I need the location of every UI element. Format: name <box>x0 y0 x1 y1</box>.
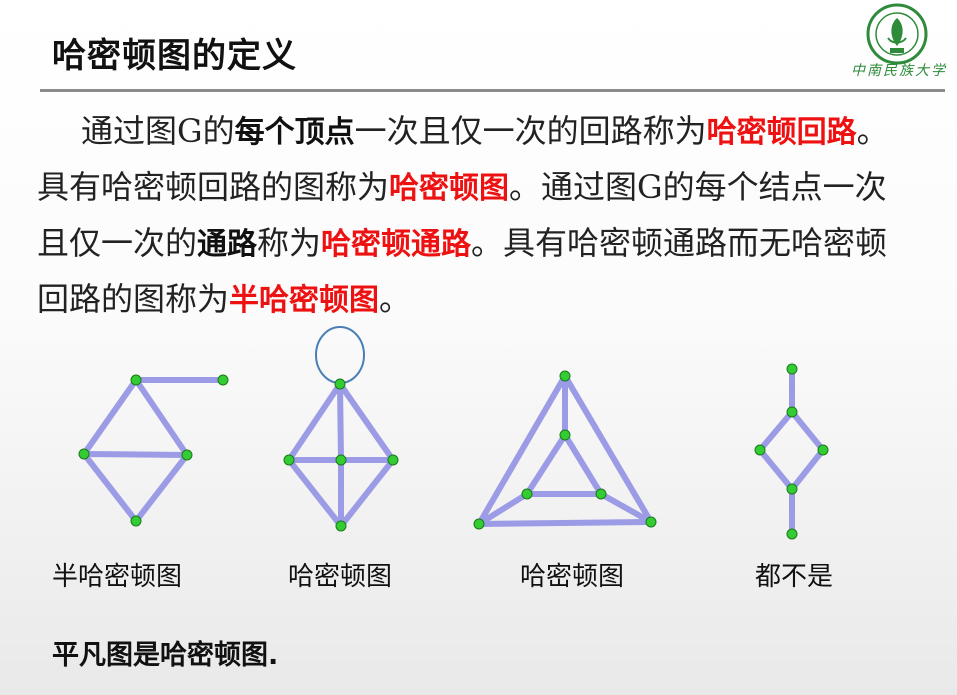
paragraph-run-normal: 。 <box>379 280 412 318</box>
paragraph-run-normal: 一次且仅一次的回路称为 <box>354 112 707 150</box>
graph-vertex <box>217 374 229 386</box>
paragraph-run-red: 半哈密顿图 <box>229 283 380 318</box>
graph-vertex <box>283 454 295 466</box>
graph-vertex <box>645 516 657 528</box>
graph-vertex <box>335 520 347 532</box>
graph-vertex <box>130 515 142 527</box>
graph-edge <box>81 451 139 524</box>
paragraph-run-red: 哈密顿图 <box>389 171 510 206</box>
graph-vertex <box>521 488 533 500</box>
graph-vertex <box>387 454 399 466</box>
caption-hamiltonian-2: 哈密顿图 <box>520 561 625 591</box>
graph-vertex <box>817 444 829 456</box>
graph-semi-hamiltonian <box>78 374 229 527</box>
caption-semi-hamiltonian: 半哈密顿图 <box>52 561 183 591</box>
paragraph-run-red: 哈密顿回路 <box>706 115 857 150</box>
graph-examples <box>78 326 829 540</box>
graph-vertex <box>473 518 485 530</box>
graph-vertex <box>334 378 346 390</box>
graph-edge <box>81 451 190 458</box>
graph-edge <box>286 381 343 463</box>
paragraph-run-bold: 通路 <box>197 227 258 262</box>
graph-vertex <box>559 370 571 382</box>
graph-edge <box>133 377 190 458</box>
graph-vertex <box>786 483 798 495</box>
paragraph-run-normal: 通过图G的 <box>81 112 235 150</box>
graph-vertex <box>786 406 798 418</box>
paragraph-run-red: 哈密顿通路 <box>321 227 472 262</box>
graph-hamiltonian-with-loop <box>283 326 399 532</box>
graph-edge <box>81 377 139 457</box>
graph-edge <box>286 457 344 529</box>
graph-edge <box>133 452 190 524</box>
graph-vertex <box>181 449 193 461</box>
university-seal-icon <box>866 3 928 65</box>
trivial-graph-note: 平凡图是哈密顿图. <box>52 640 279 671</box>
graph-edge <box>757 409 795 453</box>
graph-self-loop <box>315 326 365 384</box>
definition-paragraph: 通过图G的每个顶点一次且仅一次的回路称为哈密顿回路。具有哈密顿回路的图称为哈密顿… <box>37 104 917 328</box>
graph-hamiltonian-triangles <box>473 370 657 530</box>
paragraph-run-normal: 称为 <box>257 224 322 262</box>
graph-vertex <box>335 454 347 466</box>
university-name-script: 中南民族大学 <box>851 63 947 79</box>
graph-vertex <box>786 363 798 375</box>
graph-vertex <box>78 448 90 460</box>
graph-vertex <box>754 444 766 456</box>
paragraph-run-bold: 每个顶点 <box>234 115 355 150</box>
graph-vertex <box>559 429 571 441</box>
slide-title: 哈密顿图的定义 <box>52 36 297 76</box>
title-divider <box>40 89 945 92</box>
graph-edge <box>789 409 826 453</box>
graph-edge <box>337 381 396 463</box>
graph-neither <box>754 363 829 540</box>
graph-edge <box>476 519 654 527</box>
caption-hamiltonian-1: 哈密顿图 <box>288 561 393 591</box>
graph-edge <box>524 432 568 497</box>
graph-edge <box>562 432 604 497</box>
caption-neither: 都不是 <box>755 561 834 591</box>
graph-vertex <box>786 528 798 540</box>
graph-vertex <box>595 488 607 500</box>
graph-edge <box>789 447 826 492</box>
graph-edge <box>757 447 795 492</box>
graph-edge <box>338 457 396 529</box>
graph-vertex <box>130 374 142 386</box>
graph-edge <box>337 381 344 463</box>
